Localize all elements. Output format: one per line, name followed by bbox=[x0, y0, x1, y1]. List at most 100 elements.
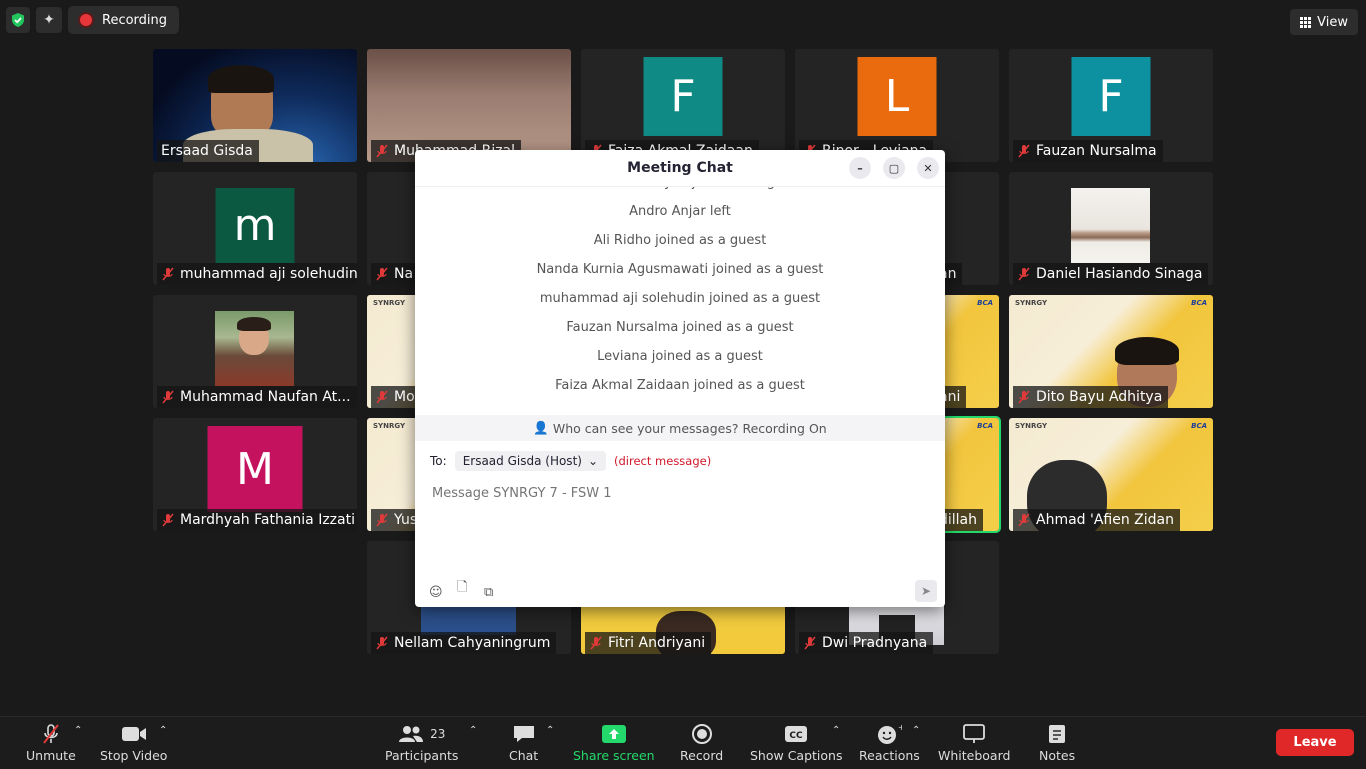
avatar: F bbox=[1071, 57, 1151, 136]
audio-options-caret-icon[interactable]: ⌃ bbox=[74, 725, 82, 736]
screenshot-icon[interactable]: ⧉ bbox=[484, 585, 493, 600]
file-icon[interactable]: 🗋 bbox=[457, 578, 467, 600]
message-input[interactable] bbox=[430, 485, 914, 502]
recipient-select[interactable]: Ersaad Gisda (Host) ⌄ bbox=[454, 451, 607, 471]
unmute-button[interactable]: Unmute bbox=[26, 723, 76, 763]
participant-tile[interactable]: Daniel Hasiando Sinaga bbox=[1009, 172, 1213, 285]
view-label: View bbox=[1317, 14, 1348, 30]
participant-name: muhammad aji solehudin bbox=[157, 263, 357, 285]
system-message: Nanda Kurnia Agusmawati joined as a gues… bbox=[536, 262, 824, 277]
participant-name: Fitri Andriyani bbox=[585, 632, 712, 654]
notes-button[interactable]: Notes bbox=[1039, 723, 1075, 763]
system-message: muhammad aji solehudin joined as a guest bbox=[539, 291, 821, 306]
video-feed bbox=[421, 605, 516, 635]
reactions-caret-icon[interactable]: ⌃ bbox=[912, 725, 920, 736]
participant-name: Mo bbox=[371, 386, 421, 408]
system-message: Ali Ridho joined as a guest bbox=[593, 233, 767, 248]
grid-view-icon bbox=[1300, 16, 1312, 28]
recording-indicator[interactable]: Recording bbox=[68, 6, 180, 34]
muted-mic-icon bbox=[161, 390, 175, 404]
leave-button[interactable]: Leave bbox=[1276, 729, 1354, 756]
participant-name: Daniel Hasiando Sinaga bbox=[1013, 263, 1209, 285]
reactions-button[interactable]: + Reactions bbox=[859, 723, 920, 763]
close-icon[interactable]: ✕ bbox=[917, 157, 939, 179]
participant-tile[interactable]: SYNRGY BCA Ahmad 'Afien Zidan bbox=[1009, 418, 1213, 531]
muted-mic-icon bbox=[1017, 267, 1031, 281]
closed-captions-icon: CC bbox=[784, 723, 808, 745]
participant-tile[interactable]: m muhammad aji solehudin bbox=[153, 172, 357, 285]
participant-name: Dito Bayu Adhitya bbox=[1013, 386, 1169, 408]
view-button[interactable]: View bbox=[1290, 9, 1358, 35]
muted-mic-icon bbox=[1017, 390, 1031, 404]
participant-tile[interactable]: F Faiza Akmal Zaidaan bbox=[581, 49, 785, 162]
notes-icon bbox=[1047, 723, 1067, 745]
participant-name: Dwi Pradnyana bbox=[799, 632, 934, 654]
muted-mic-icon bbox=[375, 636, 389, 650]
svg-text:+: + bbox=[898, 723, 902, 732]
participant-tile[interactable]: M Mardhyah Fathania Izzati bbox=[153, 418, 357, 531]
recording-label: Recording bbox=[102, 12, 168, 28]
system-message: Resa Adliana Risyan joined as a guest bbox=[415, 187, 945, 197]
chat-button[interactable]: Chat bbox=[509, 723, 538, 763]
chevron-down-icon: ⌄ bbox=[587, 454, 599, 468]
muted-mic-icon bbox=[1017, 513, 1031, 527]
participant-name: Mardhyah Fathania Izzati bbox=[157, 509, 357, 531]
video-camera-icon bbox=[121, 723, 147, 745]
record-button[interactable]: Record bbox=[680, 723, 723, 763]
svg-text:CC: CC bbox=[790, 731, 804, 741]
muted-mic-icon bbox=[40, 723, 62, 745]
avatar: L bbox=[857, 57, 937, 136]
participant-tile[interactable]: Ersaad Gisda bbox=[153, 49, 357, 162]
share-screen-icon bbox=[601, 723, 626, 745]
chat-caret-icon[interactable]: ⌃ bbox=[546, 725, 554, 736]
message-visibility-info[interactable]: 👤 Who can see your messages? Recording O… bbox=[415, 415, 945, 441]
muted-mic-icon bbox=[161, 267, 175, 281]
chat-title: Meeting Chat bbox=[627, 160, 733, 176]
share-screen-button[interactable]: Share screen bbox=[573, 723, 655, 763]
security-shield-icon[interactable] bbox=[6, 7, 30, 33]
avatar: M bbox=[207, 426, 303, 512]
participant-tile[interactable]: F Fauzan Nursalma bbox=[1009, 49, 1213, 162]
participant-tile[interactable]: Muhammad Naufan At... bbox=[153, 295, 357, 408]
whiteboard-button[interactable]: Whiteboard bbox=[938, 723, 1010, 763]
participant-tile[interactable]: L Rinor - Leviana bbox=[795, 49, 999, 162]
participant-name: Ersaad Gisda bbox=[157, 140, 259, 162]
participant-name: Na bbox=[371, 263, 420, 285]
direct-message-label: (direct message) bbox=[614, 454, 712, 468]
show-captions-button[interactable]: CC Show Captions bbox=[750, 723, 842, 763]
muted-mic-icon bbox=[375, 513, 389, 527]
captions-caret-icon[interactable]: ⌃ bbox=[832, 725, 840, 736]
chat-bubble-icon bbox=[512, 723, 536, 745]
video-options-caret-icon[interactable]: ⌃ bbox=[159, 725, 167, 736]
record-icon bbox=[691, 723, 713, 745]
chat-header[interactable]: Meeting Chat – ▢ ✕ bbox=[415, 150, 945, 187]
system-message: Faiza Akmal Zaidaan joined as a guest bbox=[555, 378, 805, 393]
participants-caret-icon[interactable]: ⌃ bbox=[469, 725, 477, 736]
participant-tile[interactable]: Muhammad Rizal bbox=[367, 49, 571, 162]
reaction-smiley-icon: + bbox=[876, 723, 902, 745]
person-info-icon: 👤 bbox=[533, 420, 549, 435]
ai-companion-icon[interactable]: ✦ bbox=[36, 7, 62, 33]
whiteboard-icon bbox=[962, 723, 986, 745]
minimize-icon[interactable]: – bbox=[849, 157, 871, 179]
participants-button[interactable]: 23 Participants bbox=[385, 723, 458, 763]
emoji-icon[interactable]: ☺ bbox=[429, 585, 443, 600]
meeting-chat-window: Meeting Chat – ▢ ✕ Resa Adliana Risyan j… bbox=[415, 150, 945, 607]
muted-mic-icon bbox=[375, 144, 389, 158]
muted-mic-icon bbox=[589, 636, 603, 650]
avatar-image bbox=[1071, 188, 1150, 263]
chat-messages[interactable]: Resa Adliana Risyan joined as a guest An… bbox=[415, 187, 945, 415]
avatar: m bbox=[215, 188, 295, 263]
maximize-icon[interactable]: ▢ bbox=[883, 157, 905, 179]
muted-mic-icon bbox=[803, 636, 817, 650]
muted-mic-icon bbox=[375, 390, 389, 404]
muted-mic-icon bbox=[1017, 144, 1031, 158]
avatar: F bbox=[643, 57, 723, 136]
send-icon[interactable]: ➤ bbox=[915, 580, 937, 602]
participants-count: 23 bbox=[430, 727, 446, 741]
system-message: Fauzan Nursalma joined as a guest bbox=[566, 320, 794, 335]
stop-video-button[interactable]: Stop Video bbox=[100, 723, 167, 763]
participant-name: Muhammad Naufan At... bbox=[157, 386, 357, 408]
system-message: Leviana joined as a guest bbox=[597, 349, 763, 364]
participant-tile[interactable]: SYNRGY BCA Dito Bayu Adhitya bbox=[1009, 295, 1213, 408]
